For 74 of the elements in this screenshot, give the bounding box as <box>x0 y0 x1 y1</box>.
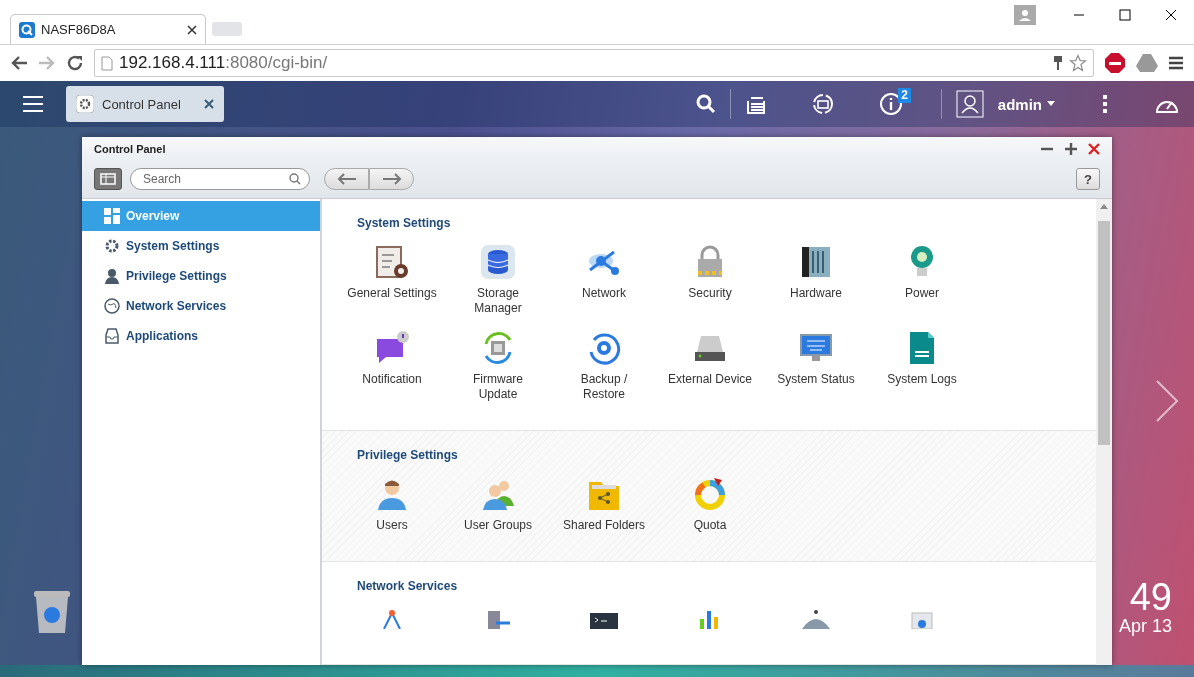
section-title: Privilege Settings <box>357 448 459 462</box>
globe-icon <box>104 298 120 314</box>
clock-time: 49 <box>1129 576 1172 619</box>
app-tab-label: Control Panel <box>102 96 182 112</box>
gear-icon <box>76 95 94 113</box>
caret-icon <box>1046 100 1056 108</box>
app-tab[interactable]: Control Panel <box>66 86 224 122</box>
ring-chart-icon <box>692 476 728 512</box>
user-menu[interactable]: admin <box>997 95 1056 113</box>
info-icon[interactable] <box>878 92 903 116</box>
sidebar-item[interactable]: Network Services <box>82 291 320 321</box>
reload-icon[interactable] <box>66 54 84 72</box>
grid-icon <box>104 208 120 224</box>
sidebar-item[interactable]: Applications <box>82 321 320 351</box>
url-text: 192.168.4.111:8080/cgi-bin/ <box>119 53 329 73</box>
scrollbar[interactable] <box>1096 199 1112 665</box>
app-shortcut[interactable]: Security <box>657 244 763 316</box>
browser-tab[interactable]: NASF86D8A <box>10 14 206 44</box>
back-arrow-icon <box>336 173 357 185</box>
app-shortcut[interactable]: User Groups <box>445 476 551 533</box>
star-icon[interactable] <box>1069 54 1087 72</box>
section-title: Network Services <box>357 579 459 593</box>
stop-sign-icon[interactable] <box>1104 52 1126 74</box>
notification-badge: 2 <box>898 88 911 103</box>
layout-toggle-button[interactable] <box>94 168 122 190</box>
app-shortcut[interactable]: Quota <box>657 476 763 533</box>
more-icon[interactable] <box>1102 94 1108 114</box>
page-icon <box>101 55 113 71</box>
close-icon <box>1165 9 1177 21</box>
app-shortcut[interactable]: Firmware Update <box>445 330 551 402</box>
window-title: Control Panel <box>94 142 167 155</box>
app-shortcut[interactable]: Network <box>551 244 657 316</box>
close-icon[interactable] <box>204 99 214 109</box>
message-alert-icon <box>374 330 410 366</box>
gear-icon <box>104 238 120 254</box>
app-shortcut[interactable]: Hardware <box>763 244 869 316</box>
menu-icon[interactable] <box>1168 56 1184 70</box>
app-shortcut[interactable]: External Device <box>657 330 763 402</box>
clock-date: Apr 13 <box>1118 616 1172 637</box>
sidebar-item[interactable]: Privilege Settings <box>82 261 320 291</box>
app-shortcut[interactable]: System Status <box>763 330 869 402</box>
plus-icon[interactable] <box>1064 141 1078 156</box>
back-icon[interactable] <box>10 55 28 71</box>
clipboard-gear-icon <box>374 244 410 280</box>
app-logo-icon <box>19 21 35 38</box>
app-shortcut[interactable]: Power <box>869 244 975 316</box>
inbox-icon <box>104 328 120 344</box>
sync-drive-icon[interactable] <box>810 92 835 116</box>
tab-title: NASF86D8A <box>41 22 117 37</box>
app-shortcut[interactable]: Backup / Restore <box>551 330 657 402</box>
avatar-icon[interactable] <box>955 90 984 118</box>
app-shortcut[interactable]: Shared Folders <box>551 476 657 533</box>
address-bar[interactable]: 192.168.4.111:8080/cgi-bin/ <box>94 49 1094 77</box>
maximize-icon <box>1119 9 1131 21</box>
app-shortcut[interactable]: System Logs <box>869 330 975 402</box>
search-field[interactable]: Search <box>130 168 310 190</box>
sidebar-item[interactable]: System Settings <box>82 231 320 261</box>
key-icon <box>1053 55 1063 71</box>
app-shortcut[interactable]: Users <box>339 476 445 533</box>
search-icon[interactable] <box>289 173 301 185</box>
close-icon[interactable] <box>187 24 197 35</box>
app-shortcut[interactable]: Storage Manager <box>445 244 551 316</box>
app-shortcut[interactable]: Notification <box>339 330 445 402</box>
forward-button[interactable] <box>369 168 414 190</box>
forward-arrow-icon <box>381 173 402 185</box>
layout-icon <box>100 173 116 185</box>
app-shortcut[interactable]: General Settings <box>339 244 445 316</box>
section-title: System Settings <box>357 216 452 230</box>
database-icon <box>480 244 516 280</box>
search-icon[interactable] <box>695 94 716 114</box>
person-icon <box>104 268 120 284</box>
scroll-up-icon[interactable] <box>1100 203 1108 209</box>
back-button[interactable] <box>324 168 369 190</box>
help-button[interactable]: ? <box>1076 168 1100 190</box>
